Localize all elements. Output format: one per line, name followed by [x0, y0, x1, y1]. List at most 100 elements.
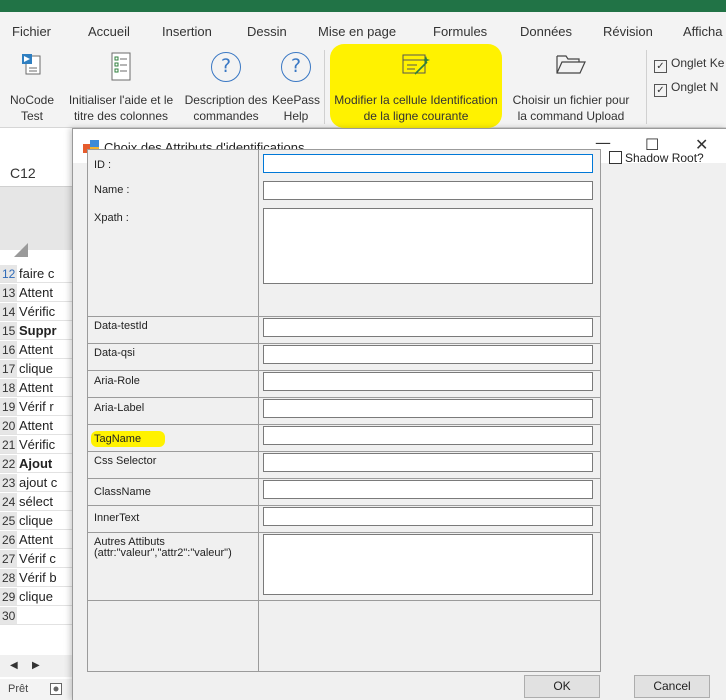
- cell-text[interactable]: Vérif r: [17, 397, 54, 415]
- row-number[interactable]: 29: [0, 588, 17, 605]
- cell-text[interactable]: ajout c: [17, 473, 57, 491]
- row-number[interactable]: 13: [0, 284, 17, 301]
- row-number[interactable]: 21: [0, 436, 17, 453]
- tab-affichage[interactable]: Afficha: [683, 24, 723, 39]
- table-row[interactable]: 12 faire c: [0, 264, 72, 283]
- macro-record-icon[interactable]: [50, 683, 62, 695]
- cell-text[interactable]: Attent: [17, 416, 53, 434]
- data-qsi-input[interactable]: [263, 345, 593, 364]
- table-row[interactable]: 21 Vérific: [0, 435, 72, 454]
- ok-button[interactable]: OK: [524, 675, 600, 698]
- tab-formules[interactable]: Formules: [433, 24, 487, 39]
- nocode-test-button[interactable]: NoCode Test: [2, 52, 62, 126]
- aria-label-input[interactable]: [263, 399, 593, 418]
- ribbon-separator: [646, 50, 647, 124]
- sheet-next-arrow-icon[interactable]: ▶: [32, 660, 40, 671]
- row-number[interactable]: 28: [0, 569, 17, 586]
- table-row[interactable]: 24 sélect: [0, 492, 72, 511]
- css-selector-input[interactable]: [263, 453, 593, 472]
- cell-text[interactable]: Attent: [17, 283, 53, 301]
- row-number[interactable]: 16: [0, 341, 17, 358]
- row-number[interactable]: 23: [0, 474, 17, 491]
- cell-text[interactable]: Attent: [17, 378, 53, 396]
- table-row[interactable]: 29 clique: [0, 587, 72, 606]
- table-row[interactable]: 19 Vérif r: [0, 397, 72, 416]
- keepass-help-button[interactable]: ? KeePass Help: [270, 52, 322, 126]
- table-row[interactable]: 30: [0, 606, 72, 625]
- tagname-input[interactable]: [263, 426, 593, 445]
- tab-accueil[interactable]: Accueil: [88, 24, 130, 39]
- data-testid-input[interactable]: [263, 318, 593, 337]
- cancel-button[interactable]: Cancel: [634, 675, 710, 698]
- table-row[interactable]: 16 Attent: [0, 340, 72, 359]
- shadow-root-checkbox[interactable]: Shadow Root?: [609, 151, 704, 165]
- cell-text[interactable]: Vérific: [17, 302, 55, 320]
- row-number[interactable]: 18: [0, 379, 17, 396]
- row-number[interactable]: 25: [0, 512, 17, 529]
- row-number[interactable]: 19: [0, 398, 17, 415]
- table-row[interactable]: 28 Vérif b: [0, 568, 72, 587]
- innertext-input[interactable]: [263, 507, 593, 526]
- row-number[interactable]: 14: [0, 303, 17, 320]
- cell-text[interactable]: Vérific: [17, 435, 55, 453]
- edit-cell-wand-icon: [402, 54, 430, 75]
- row-number[interactable]: 17: [0, 360, 17, 377]
- id-input[interactable]: [263, 154, 593, 173]
- name-box[interactable]: C12: [10, 165, 36, 181]
- cell-text[interactable]: Ajout: [17, 454, 52, 472]
- table-row[interactable]: 13 Attent: [0, 283, 72, 302]
- tab-donnees[interactable]: Données: [520, 24, 572, 39]
- table-row[interactable]: 27 Vérif c: [0, 549, 72, 568]
- name-input[interactable]: [263, 181, 593, 200]
- cell-text[interactable]: Attent: [17, 530, 53, 548]
- tab-mise-en-page[interactable]: Mise en page: [318, 24, 396, 39]
- init-help-button[interactable]: Initialiser l'aide et le titre des colon…: [62, 52, 180, 126]
- cell-text[interactable]: clique: [17, 587, 53, 605]
- cell-text[interactable]: Vérif c: [17, 549, 56, 567]
- row-number[interactable]: 24: [0, 493, 17, 510]
- cell-text[interactable]: clique: [17, 359, 53, 377]
- tab-insertion[interactable]: Insertion: [162, 24, 212, 39]
- cell-text[interactable]: faire c: [17, 264, 54, 282]
- table-row[interactable]: 20 Attent: [0, 416, 72, 435]
- checkbox-checked-icon: ✓: [654, 84, 667, 97]
- keepass-help-label: KeePass Help: [271, 93, 321, 123]
- row-number[interactable]: 15: [0, 322, 17, 339]
- cell-text[interactable]: Suppr: [17, 321, 57, 339]
- row-number[interactable]: 30: [0, 607, 17, 624]
- row-number[interactable]: 26: [0, 531, 17, 548]
- aria-role-input[interactable]: [263, 372, 593, 391]
- checkbox-unchecked-icon[interactable]: [609, 151, 622, 164]
- row-number[interactable]: 22: [0, 455, 17, 472]
- row-number[interactable]: 20: [0, 417, 17, 434]
- cell-text[interactable]: sélect: [17, 492, 53, 510]
- choose-upload-file-button[interactable]: Choisir un fichier pour la command Uploa…: [506, 52, 636, 126]
- tab-revision[interactable]: Révision: [603, 24, 653, 39]
- classname-input[interactable]: [263, 480, 593, 499]
- cell-text[interactable]: Attent: [17, 340, 53, 358]
- onglet-checkbox-2[interactable]: ✓ Onglet N: [654, 80, 718, 97]
- table-row[interactable]: 18 Attent: [0, 378, 72, 397]
- other-attributes-textarea[interactable]: [263, 534, 593, 595]
- row-number[interactable]: 12: [0, 265, 17, 282]
- table-row[interactable]: 17 clique: [0, 359, 72, 378]
- cell-text[interactable]: Vérif b: [17, 568, 57, 586]
- sheet-prev-arrow-icon[interactable]: ◀: [10, 660, 18, 671]
- data-qsi-label: Data-qsi: [94, 347, 135, 359]
- table-row[interactable]: 22 Ajout: [0, 454, 72, 473]
- modify-identification-cell-button[interactable]: Modifier la cellule Identification de la…: [326, 52, 506, 126]
- cell-text[interactable]: clique: [17, 511, 53, 529]
- description-commands-button[interactable]: ? Description des commandes: [180, 52, 272, 126]
- checklist-icon: [111, 52, 131, 81]
- tab-dessin[interactable]: Dessin: [247, 24, 287, 39]
- table-row[interactable]: 25 clique: [0, 511, 72, 530]
- select-all-corner[interactable]: [14, 243, 28, 257]
- row-number[interactable]: 27: [0, 550, 17, 567]
- tab-fichier[interactable]: Fichier: [12, 24, 51, 39]
- table-row[interactable]: 14 Vérific: [0, 302, 72, 321]
- table-row[interactable]: 26 Attent: [0, 530, 72, 549]
- onglet-checkbox-1[interactable]: ✓ Onglet Ke: [654, 56, 724, 73]
- xpath-textarea[interactable]: [263, 208, 593, 284]
- table-row[interactable]: 15 Suppr: [0, 321, 72, 340]
- table-row[interactable]: 23 ajout c: [0, 473, 72, 492]
